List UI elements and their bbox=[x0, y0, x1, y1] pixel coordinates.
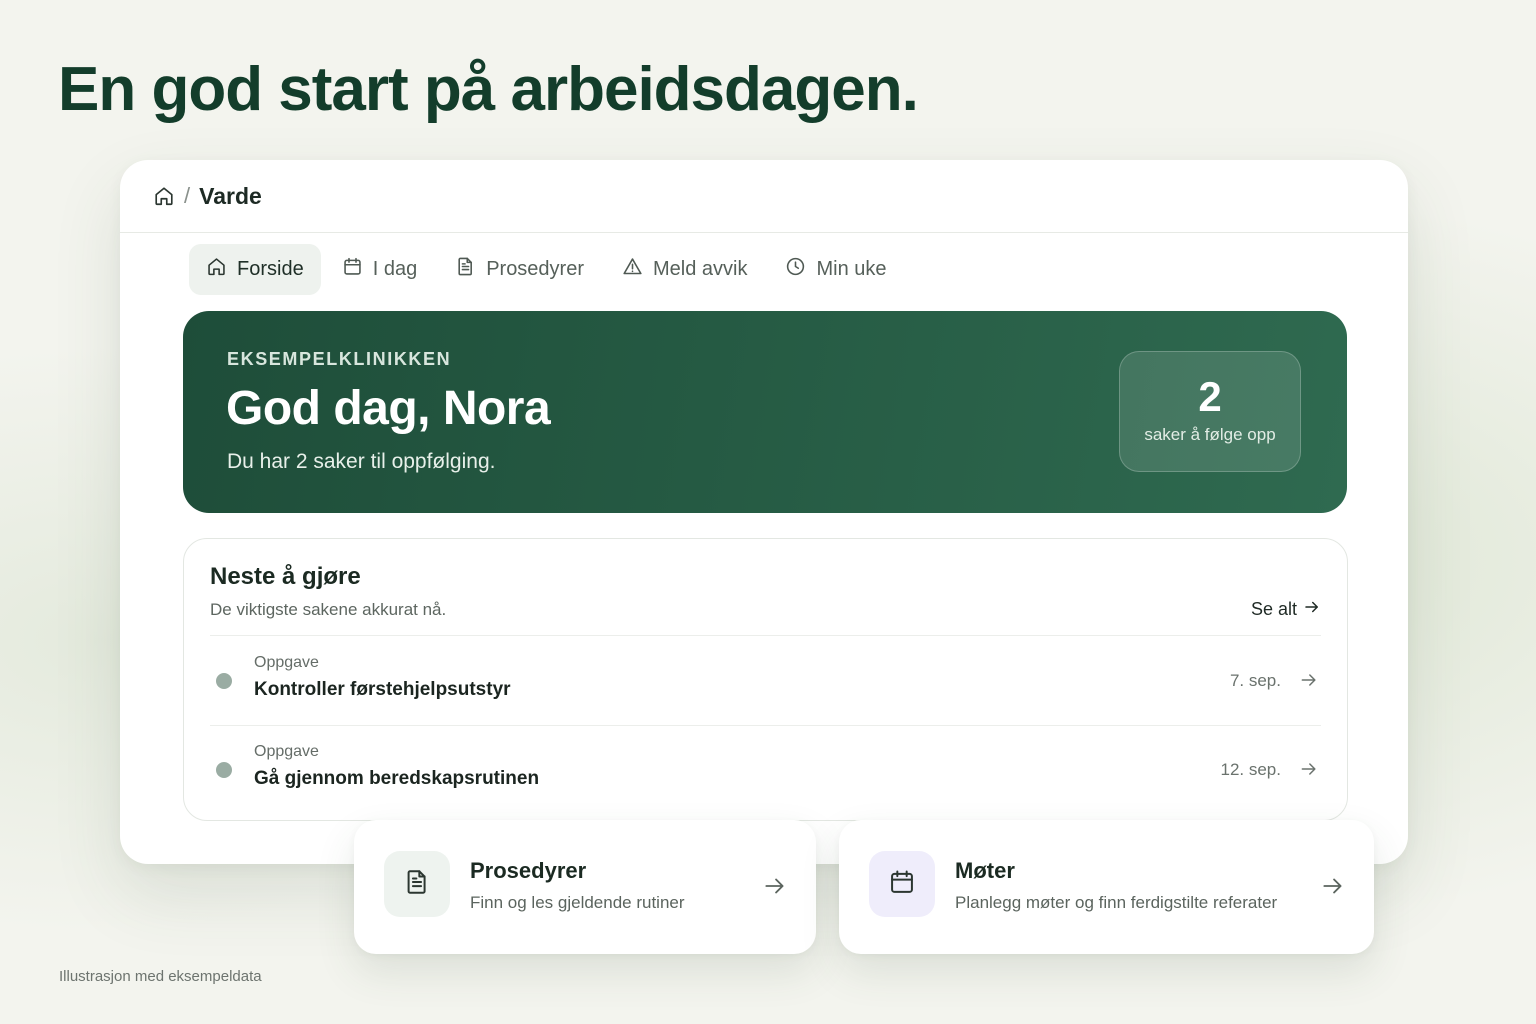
calendar-icon bbox=[888, 868, 916, 901]
task-row[interactable]: Oppgave Kontroller førstehjelpsutstyr 7.… bbox=[210, 636, 1321, 724]
status-dot bbox=[216, 762, 232, 778]
see-all-label: Se alt bbox=[1250, 599, 1297, 619]
task-date: 12. sep. bbox=[1220, 760, 1282, 779]
task-row[interactable]: Oppgave Gå gjennom beredskapsrutinen 12.… bbox=[210, 725, 1321, 813]
app-window: / Varde Forside I dag Prosedyrer Meld av… bbox=[120, 160, 1408, 864]
clock-icon bbox=[785, 256, 806, 283]
quick-link-title: Møter bbox=[955, 858, 1015, 883]
greeting-subtitle: Du har 2 saker til oppfølging. bbox=[227, 450, 496, 473]
welcome-banner: EKSEMPELKLINIKKEN God dag, Nora Du har 2… bbox=[183, 311, 1347, 513]
tab-forside[interactable]: Forside bbox=[189, 244, 321, 295]
quick-link-description: Finn og les gjeldende rutiner bbox=[470, 893, 685, 912]
arrow-right-icon bbox=[1303, 598, 1321, 621]
quick-link-moter[interactable]: Møter Planlegg møter og finn ferdigstilt… bbox=[839, 820, 1374, 954]
followup-count: 2 bbox=[1198, 373, 1222, 420]
footnote: Illustrasjon med eksempeldata bbox=[59, 968, 262, 985]
tab-meld-avvik[interactable]: Meld avvik bbox=[605, 244, 764, 295]
status-dot bbox=[216, 673, 232, 689]
tab-label: Min uke bbox=[816, 258, 887, 280]
panel-title: Neste å gjøre bbox=[210, 563, 361, 590]
tab-prosedyrer[interactable]: Prosedyrer bbox=[438, 244, 601, 295]
home-icon[interactable] bbox=[152, 184, 176, 208]
breadcrumb-current[interactable]: Varde bbox=[199, 183, 262, 210]
task-name: Kontroller førstehjelpsutstyr bbox=[254, 679, 511, 700]
document-icon bbox=[455, 256, 476, 283]
document-icon bbox=[403, 868, 431, 901]
greeting: God dag, Nora bbox=[226, 382, 551, 435]
task-kind: Oppgave bbox=[254, 654, 319, 671]
task-date: 7. sep. bbox=[1229, 671, 1281, 690]
quick-link-icon-bg bbox=[384, 851, 450, 917]
followup-label: saker å følge opp bbox=[1144, 425, 1276, 444]
home-icon bbox=[206, 256, 227, 283]
arrow-right-icon bbox=[1320, 873, 1346, 904]
tab-bar: Forside I dag Prosedyrer Meld avvik Min … bbox=[189, 244, 908, 295]
calendar-icon bbox=[342, 256, 363, 283]
quick-link-icon-bg bbox=[869, 851, 935, 917]
tab-label: Prosedyrer bbox=[486, 258, 584, 280]
tab-label: Meld avvik bbox=[653, 258, 748, 280]
next-tasks-panel: Neste å gjøre De viktigste sakene akkura… bbox=[183, 538, 1348, 821]
arrow-right-icon[interactable] bbox=[1299, 759, 1319, 784]
followup-stat[interactable]: 2 saker å følge opp bbox=[1119, 351, 1301, 472]
tab-i-dag[interactable]: I dag bbox=[325, 244, 434, 295]
see-all-link[interactable]: Se alt bbox=[1251, 598, 1321, 621]
quick-link-description: Planlegg møter og finn ferdigstilte refe… bbox=[955, 893, 1278, 912]
panel-description: De viktigste sakene akkurat nå. bbox=[210, 600, 447, 619]
tab-min-uke[interactable]: Min uke bbox=[768, 244, 903, 295]
task-kind: Oppgave bbox=[254, 743, 319, 760]
arrow-right-icon[interactable] bbox=[1299, 670, 1319, 695]
task-name: Gå gjennom beredskapsrutinen bbox=[254, 768, 540, 789]
breadcrumb: / Varde bbox=[120, 160, 1408, 233]
breadcrumb-separator: / bbox=[184, 183, 191, 208]
quick-link-prosedyrer[interactable]: Prosedyrer Finn og les gjeldende rutiner bbox=[354, 820, 816, 954]
clinic-name: EKSEMPELKLINIKKEN bbox=[227, 349, 452, 369]
arrow-right-icon bbox=[762, 873, 788, 904]
quick-link-title: Prosedyrer bbox=[470, 858, 587, 883]
tab-label: I dag bbox=[372, 258, 418, 280]
tab-label: Forside bbox=[237, 258, 304, 280]
warning-icon bbox=[622, 256, 643, 283]
page-headline: En god start på arbeidsdagen. bbox=[58, 55, 919, 124]
